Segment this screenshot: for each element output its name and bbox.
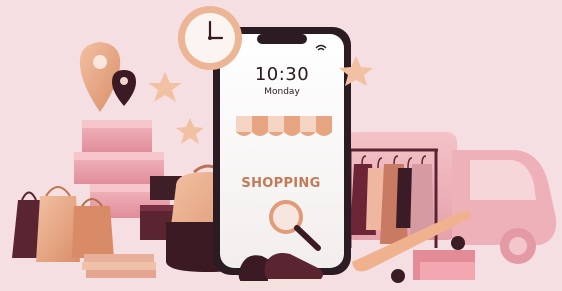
phone-day-label: Monday — [264, 87, 300, 97]
shopping-illustration — [12, 6, 557, 287]
stacked-gift-boxes — [74, 120, 170, 218]
location-pin-icon — [79, 42, 136, 112]
small-boxes — [413, 250, 475, 280]
shopping-label: SHOPPING — [241, 176, 321, 191]
phone-clock-time: 10:30 — [254, 64, 310, 85]
clock-icon — [178, 6, 242, 70]
